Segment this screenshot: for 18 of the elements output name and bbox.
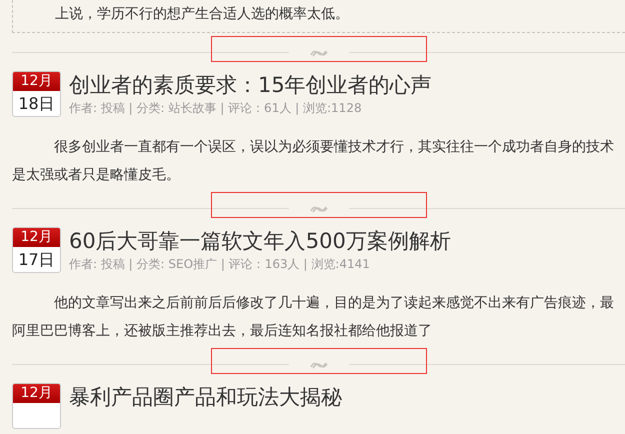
- post-title[interactable]: 60后大哥靠一篇软文年入500万案例解析: [69, 227, 625, 255]
- date-day: 17日: [13, 247, 60, 272]
- excerpt-line: 很多创业者一直都有一个误区，误以为必须要懂技术才行，其实往往一个成功者自身的技术: [53, 138, 615, 157]
- infinity-icon: [308, 204, 328, 214]
- excerpt-line: 是太强或者只是略懂皮毛。: [12, 166, 181, 185]
- date-month: 12月: [13, 384, 60, 403]
- excerpt-line: 他的文章写出来之后前前后后修改了几十遍，目的是为了读起来感觉不出来有广告痕迹，最: [53, 294, 615, 313]
- post-title[interactable]: 暴利产品圈产品和玩法大揭秘: [69, 383, 625, 411]
- infinity-icon: [308, 360, 328, 370]
- excerpt-text: 上说，学历不行的想产生合适人选的概率太低。: [55, 5, 350, 24]
- excerpt-line: 阿里巴巴博客上，还被版主推荐出去，最后连知名报社都给他报道了: [12, 322, 433, 341]
- infinity-icon: [308, 48, 328, 58]
- post-meta: 作者: 投稿 | 分类: 站长故事 | 评论：61人 | 浏览:1128: [69, 100, 363, 117]
- post-meta: 作者: 投稿 | 分类: SEO推广 | 评论：163人 | 浏览:4141: [69, 256, 371, 273]
- date-month: 12月: [13, 228, 60, 247]
- date-day: 18日: [13, 91, 60, 116]
- post-title[interactable]: 创业者的素质要求：15年创业者的心声: [69, 71, 625, 99]
- date-month: 12月: [13, 72, 60, 91]
